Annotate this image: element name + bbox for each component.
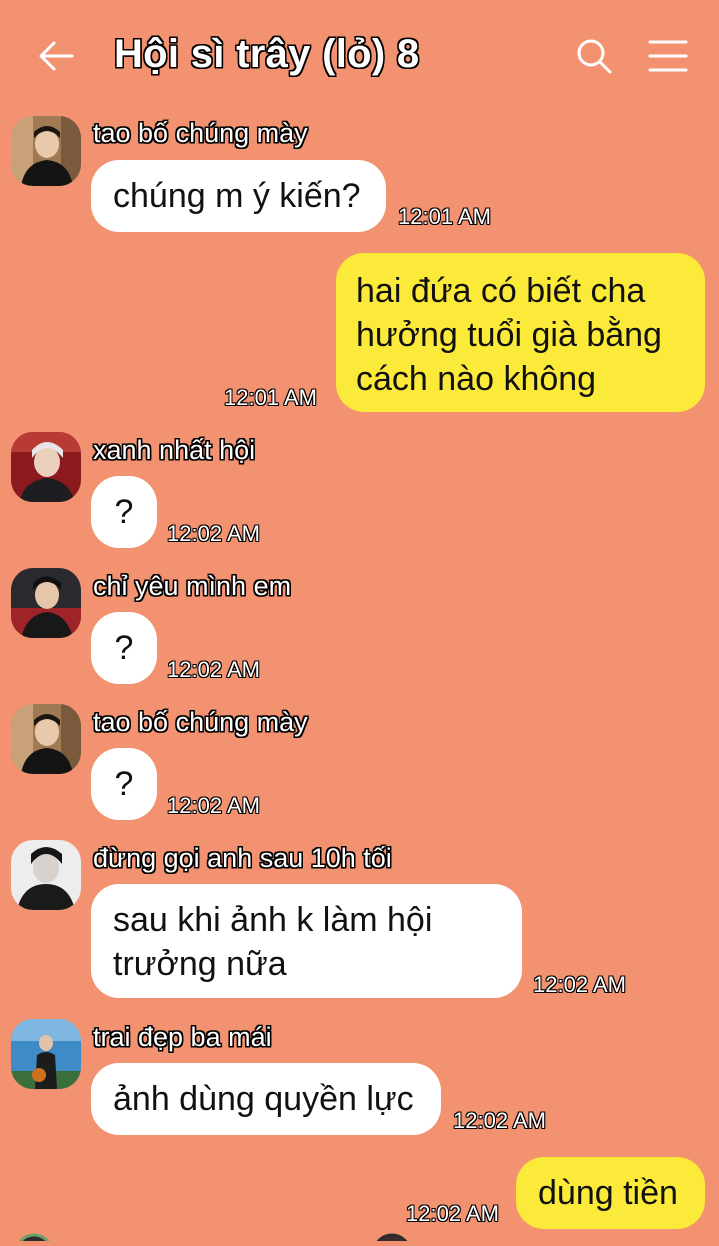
message-bubble-own[interactable]: hai đứa có biết cha hưởng tuổi già bằng … bbox=[336, 253, 705, 412]
sender-name: tao bố chúng mày bbox=[93, 707, 308, 737]
message-time: 12:02 AM bbox=[167, 521, 260, 546]
sender-name: đừng gọi anh sau 10h tối bbox=[93, 843, 392, 873]
back-button[interactable] bbox=[34, 34, 78, 78]
message-text-line: hưởng tuổi già bằng bbox=[356, 316, 662, 354]
message-bubble[interactable]: ? bbox=[91, 612, 157, 684]
avatar-xanh-nhat-hoi[interactable] bbox=[11, 432, 81, 502]
message-text-line: hai đứa có biết cha bbox=[356, 272, 646, 310]
avatar-tao-bo-chung-may[interactable] bbox=[11, 116, 81, 186]
sender-name: tao bố chúng mày bbox=[93, 118, 308, 148]
message-text: ? bbox=[114, 765, 134, 803]
message-time: 12:01 AM bbox=[398, 204, 491, 229]
next-message-peek bbox=[0, 1228, 719, 1246]
avatar-dung-goi-anh-sau-10h-toi[interactable] bbox=[11, 840, 81, 910]
menu-button[interactable] bbox=[646, 34, 690, 78]
message-text: ? bbox=[114, 493, 134, 531]
message-time: 12:02 AM bbox=[453, 1108, 546, 1133]
message-text: ảnh dùng quyền lực bbox=[113, 1080, 414, 1118]
message-bubble-own[interactable]: dùng tiền bbox=[516, 1157, 705, 1229]
message-bubble[interactable]: chúng m ý kiến? bbox=[91, 160, 386, 232]
message-time: 12:02 AM bbox=[167, 657, 260, 682]
avatar-chi-yeu-minh-em[interactable] bbox=[11, 568, 81, 638]
message-text: dùng tiền bbox=[538, 1174, 678, 1212]
message-text: chúng m ý kiến? bbox=[113, 177, 361, 215]
sender-name: trai đẹp ba mái bbox=[93, 1022, 272, 1052]
search-button[interactable] bbox=[572, 34, 616, 78]
message-text-line: sau khi ảnh k làm hội bbox=[113, 901, 433, 939]
arrow-left-icon bbox=[39, 41, 74, 71]
message-text-line: cách nào không bbox=[356, 360, 597, 398]
avatar-tao-bo-chung-may[interactable] bbox=[11, 704, 81, 774]
chat-title: Hội sì trây (lỏ) 8 bbox=[114, 32, 420, 76]
sender-name: xanh nhất hội bbox=[93, 435, 256, 465]
message-time: 12:02 AM bbox=[533, 972, 626, 997]
message-text-line: trưởng nữa bbox=[113, 945, 287, 983]
message-bubble[interactable]: ? bbox=[91, 748, 157, 820]
message-text: ? bbox=[114, 629, 134, 667]
message-time: 12:02 AM bbox=[167, 793, 260, 818]
message-time: 12:01 AM bbox=[224, 385, 317, 410]
search-icon bbox=[577, 39, 612, 74]
chat-header: Hội sì trây (lỏ) 8 bbox=[0, 0, 719, 110]
sender-name: chỉ yêu mình em bbox=[93, 571, 292, 601]
message-time: 12:02 AM bbox=[406, 1201, 499, 1226]
hamburger-menu-icon bbox=[648, 40, 688, 72]
avatar-trai-dep-ba-mai[interactable] bbox=[11, 1019, 81, 1089]
message-bubble[interactable]: ? bbox=[91, 476, 157, 548]
message-bubble[interactable]: sau khi ảnh k làm hội trưởng nữa bbox=[91, 884, 522, 998]
message-bubble[interactable]: ảnh dùng quyền lực bbox=[91, 1063, 441, 1135]
